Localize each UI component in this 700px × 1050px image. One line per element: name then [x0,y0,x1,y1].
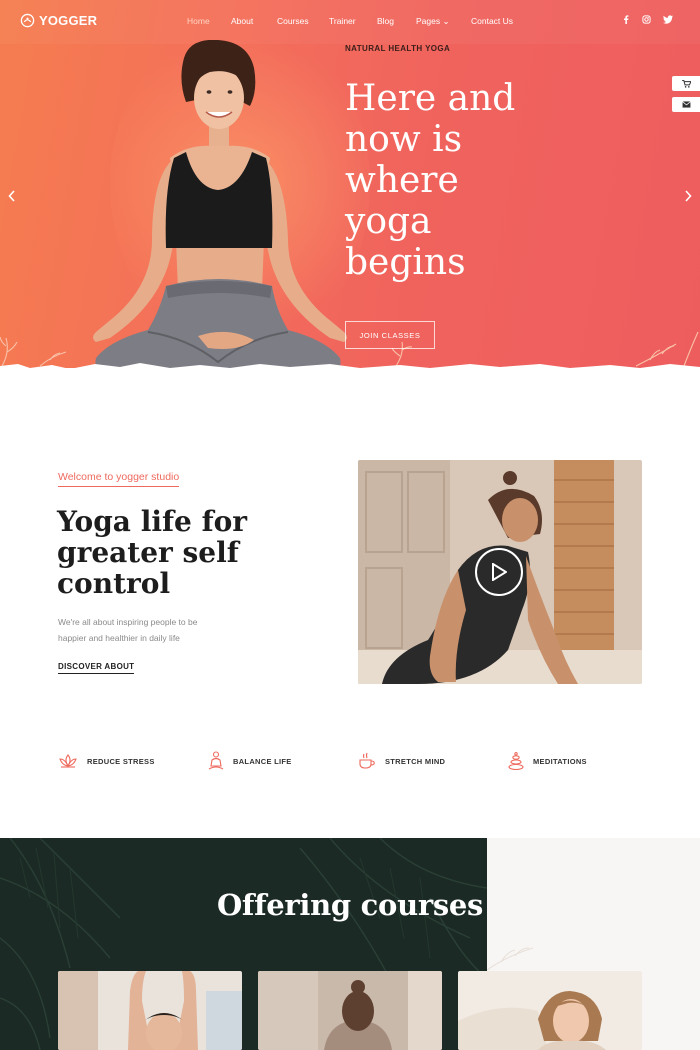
course-image-meditation [258,971,442,1050]
twitter-icon[interactable] [663,15,673,24]
chevron-right-icon [685,190,692,202]
chevron-left-icon [8,190,15,202]
meditation-icon [208,751,224,770]
course-card-2[interactable] [258,971,442,1050]
slider-prev-arrow[interactable] [8,189,16,205]
feature-stretch-mind: STRETCH MIND [358,751,508,771]
join-classes-button[interactable]: JOIN CLASSES [345,321,435,349]
tea-cup-icon [359,752,375,769]
nav-contact[interactable]: Contact Us [471,16,513,27]
torn-edge-divider [0,363,700,380]
nav-about[interactable]: About [231,16,277,27]
cart-icon [681,79,691,88]
course-card-3[interactable] [458,971,642,1050]
nav-pages[interactable]: Pages ⌄ [416,16,471,27]
nav-blog[interactable]: Blog [377,16,416,27]
nav-trainer[interactable]: Trainer [329,16,377,27]
course-card-1[interactable] [58,971,242,1050]
site-header: YOGGER Home About Courses Trainer Blog P… [0,0,700,44]
logo[interactable]: YOGGER [20,13,97,28]
discover-about-link[interactable]: DISCOVER ABOUT [58,662,135,674]
course-image-instructor [458,971,642,1050]
instagram-icon[interactable] [642,15,651,24]
brand-name: YOGGER [39,13,98,28]
message-button[interactable] [672,97,700,112]
course-image-stretch [58,971,242,1050]
nav-home[interactable]: Home [187,16,231,27]
courses-title: Offering courses [216,888,484,922]
feature-label: BALANCE LIFE [233,756,292,766]
stones-icon [508,752,524,770]
facebook-icon[interactable] [622,15,630,24]
feature-label: MEDITATIONS [533,756,587,766]
hero-yoga-woman-image [93,40,347,368]
hero-headline: Here and now is where yoga begins [345,78,516,283]
social-links [622,15,673,24]
main-nav: Home About Courses Trainer Blog Pages ⌄ … [187,16,513,27]
play-button[interactable] [475,548,523,596]
feature-reduce-stress: REDUCE STRESS [58,751,208,771]
hero-banner: YOGGER Home About Courses Trainer Blog P… [0,0,700,368]
nav-courses[interactable]: Courses [277,16,329,27]
cart-button[interactable] [672,76,700,91]
slider-next-arrow[interactable] [684,189,692,205]
welcome-title: Yoga life for greater self control [57,505,248,600]
lotus-icon [59,754,77,768]
hero-eyebrow: NATURAL HEALTH YOGA [345,44,451,53]
feature-label: STRETCH MIND [385,756,446,766]
feature-label: REDUCE STRESS [87,756,155,766]
logo-icon [20,13,35,28]
feature-balance-life: BALANCE LIFE [208,751,358,771]
play-icon [492,563,507,581]
welcome-tag: Welcome to yogger studio [58,471,180,487]
welcome-text: We're all about inspiring people to be h… [58,617,198,643]
envelope-icon [681,101,691,108]
feature-meditations: MEDITATIONS [508,751,658,771]
features-row: REDUCE STRESS BALANCE LIFE STRETCH MIND … [58,751,658,771]
